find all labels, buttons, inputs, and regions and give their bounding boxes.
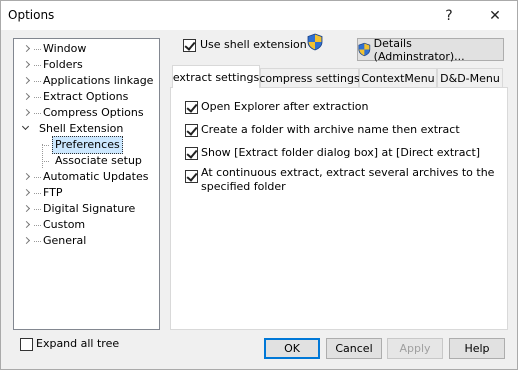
tab-label: extract settings [172, 70, 260, 84]
continuous-extract-checkbox[interactable] [185, 170, 198, 183]
expand-all-label: Expand all tree [36, 337, 120, 350]
expand-arrow-icon[interactable] [22, 217, 32, 233]
ok-button-label: OK [284, 342, 300, 355]
options-dialog: Options ? ✕ Window Folders Applications … [0, 0, 518, 370]
tree-connector [42, 144, 43, 168]
tree-item-label: FTP [43, 186, 63, 199]
expand-arrow-icon[interactable] [22, 57, 32, 73]
expand-arrow-icon[interactable] [22, 185, 32, 201]
tree-item-label: Shell Extension [39, 122, 124, 135]
uac-shield-icon [358, 42, 371, 57]
tab-dd-menu[interactable]: D&D-Menu [437, 68, 503, 87]
continuous-extract-label-line2: specified folder [201, 180, 286, 193]
tab-label: compress settings [259, 71, 360, 85]
details-button-label: Details (Adminstrator)... [373, 36, 465, 63]
tree-item-label: Window [43, 42, 87, 55]
extract-settings-panel: Open Explorer after extraction Create a … [170, 87, 508, 330]
use-shell-extension-label: Use shell extension [200, 38, 307, 51]
tree-item-label: Digital Signature [43, 202, 136, 215]
tab-label: D&D-Menu [440, 71, 500, 85]
expand-arrow-icon[interactable] [22, 73, 32, 89]
tree-item-label: General [43, 234, 87, 247]
help-button-label: Help [464, 342, 490, 355]
tab-extract-settings[interactable]: extract settings [172, 65, 260, 88]
tab-compress-settings[interactable]: compress settings [259, 68, 360, 87]
open-explorer-label: Open Explorer after extraction [201, 100, 369, 113]
show-extract-dialog-checkbox[interactable] [185, 147, 198, 160]
expand-arrow-icon[interactable] [22, 89, 32, 105]
tree-item-label: Compress Options [43, 106, 144, 119]
tab-label: ContextMenu [361, 71, 435, 85]
apply-button-label: Apply [399, 342, 431, 355]
show-extract-dialog-label: Show [Extract folder dialog box] at [Dir… [201, 146, 481, 159]
apply-button[interactable]: Apply [387, 338, 443, 359]
help-icon: ? [445, 7, 453, 24]
tree-item-label: Preferences [52, 136, 123, 154]
ok-button[interactable]: OK [264, 338, 320, 359]
title-bar: Options ? ✕ [1, 1, 517, 30]
continuous-extract-label-line1: At continuous extract, extract several a… [201, 166, 495, 179]
help-title-button[interactable]: ? [427, 1, 471, 30]
tree-item-label: Associate setup [55, 154, 142, 167]
expand-arrow-icon[interactable] [22, 233, 32, 249]
expand-arrow-icon[interactable] [22, 169, 32, 185]
expand-arrow-icon[interactable] [22, 201, 32, 217]
tree-item-label: Folders [43, 58, 83, 71]
close-button[interactable]: ✕ [473, 1, 517, 30]
open-explorer-checkbox[interactable] [185, 101, 198, 114]
options-tree[interactable]: Window Folders Applications linkage Extr… [13, 38, 160, 330]
tree-item-label: Extract Options [43, 90, 129, 103]
tab-contextmenu[interactable]: ContextMenu [359, 68, 437, 87]
uac-shield-icon [307, 33, 323, 51]
window-title: Options [8, 8, 55, 22]
create-folder-checkbox[interactable] [185, 124, 198, 137]
use-shell-extension-checkbox[interactable] [183, 39, 196, 52]
close-icon: ✕ [489, 7, 501, 24]
tree-item-label: Applications linkage [43, 74, 154, 87]
help-button[interactable]: Help [449, 338, 505, 359]
expand-arrow-icon[interactable] [22, 41, 32, 57]
tree-item-label: Automatic Updates [43, 170, 149, 183]
cancel-button[interactable]: Cancel [326, 338, 382, 359]
expand-all-checkbox[interactable] [20, 338, 33, 351]
collapse-arrow-icon[interactable] [22, 121, 32, 137]
expand-arrow-icon[interactable] [22, 105, 32, 121]
tree-item-label: Custom [43, 218, 86, 231]
details-administrator-button[interactable]: Details (Adminstrator)... [357, 36, 504, 63]
create-folder-label: Create a folder with archive name then e… [201, 123, 460, 136]
cancel-button-label: Cancel [335, 342, 373, 355]
